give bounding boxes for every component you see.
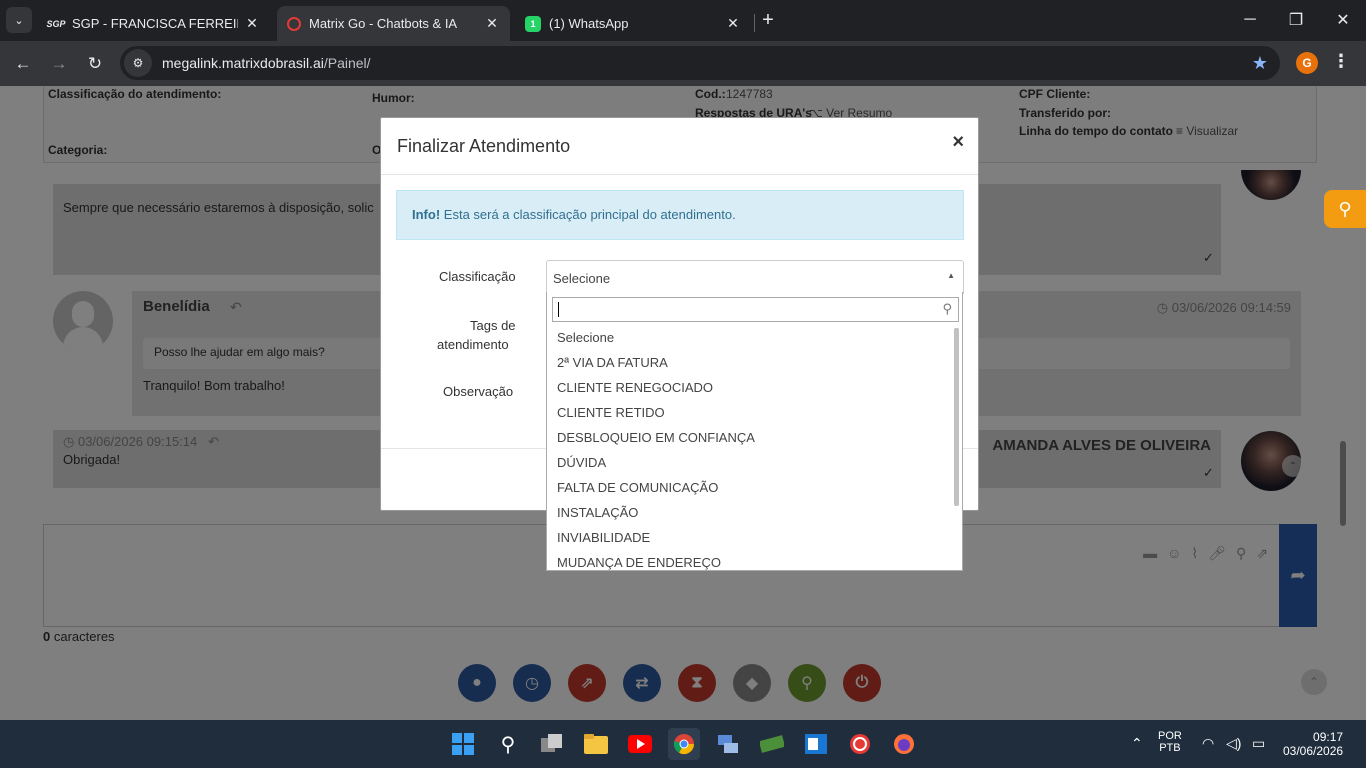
dropdown-option[interactable]: MUDANÇA DE ENDEREÇO [547,551,952,570]
dropdown-option[interactable]: Selecione [547,326,952,351]
file-explorer-icon[interactable] [580,728,612,760]
minimize-button[interactable]: ─ [1234,6,1266,34]
volume-icon[interactable]: ◁) [1226,735,1241,752]
search-icon: ⚲ [1338,198,1352,219]
new-tab-button[interactable]: + [757,9,779,31]
floating-search-button[interactable]: ⚲ [1324,190,1366,228]
tab-title: (1) WhatsApp [549,16,629,31]
reload-button[interactable]: ↻ [82,51,108,77]
money-app-icon[interactable] [756,728,788,760]
back-button[interactable]: ← [10,51,36,77]
clock[interactable]: 09:17 03/06/2026 [1283,730,1343,758]
dropdown-option[interactable]: CLIENTE RETIDO [547,401,952,426]
url-text: megalink.matrixdobrasil.ai/Painel/ [162,55,371,71]
close-icon[interactable]: ✕ [725,15,741,32]
battery-icon[interactable]: ▭ [1252,735,1265,752]
modal-header: Finalizar Atendimento × [381,118,978,175]
windows-taskbar: ⚲ ⌃ POR PTB ◠ ◁) ▭ 09:17 03/06/2026 [0,720,1366,768]
modal-title: Finalizar Atendimento [397,136,571,156]
dropdown-option[interactable]: INSTALAÇÃO [547,501,952,526]
tab-whatsapp[interactable]: 1 (1) WhatsApp ✕ [515,6,751,41]
remote-app-icon[interactable] [844,728,876,760]
dropdown-option[interactable]: FALTA DE COMUNICAÇÃO [547,476,952,501]
bookmark-star-icon[interactable]: ★ [1252,53,1268,74]
modal-close-button[interactable]: × [952,131,964,154]
tab-title: SGP - FRANCISCA FERREIRA DA [72,16,238,31]
network-app-icon[interactable] [712,728,744,760]
dropdown-option[interactable]: INVIABILIDADE [547,526,952,551]
tab-matrix-go[interactable]: Matrix Go - Chatbots & IA ✕ [277,6,510,41]
close-icon[interactable]: ✕ [244,15,260,32]
window-close-button[interactable]: ✕ [1327,6,1359,34]
observacao-label: Observação [443,384,514,399]
search-icon: ⚲ [942,301,952,316]
classificacao-label: Classificação [439,269,516,284]
chrome-icon[interactable] [668,728,700,760]
browser-menu-icon[interactable]: ⋮ [1332,51,1350,72]
sgp-favicon-icon: SGP [46,18,66,29]
windows-start-icon[interactable] [447,728,479,760]
whatsapp-favicon-icon: 1 [525,15,541,32]
firefox-icon[interactable] [888,728,920,760]
browser-tab-bar: ⌄ SGP SGP - FRANCISCA FERREIRA DA ✕ Matr… [0,0,1366,41]
dropdown-search-input[interactable]: ⚲ [552,297,959,322]
tags-label-line1: Tags de [470,318,516,333]
profile-avatar[interactable]: G [1296,52,1318,74]
chevron-down-icon: ⌄ [14,14,24,27]
restore-button[interactable]: ❐ [1280,6,1312,34]
text-cursor [558,302,559,317]
close-icon[interactable]: ✕ [484,15,500,32]
tab-search-button[interactable]: ⌄ [6,7,32,33]
chevron-up-icon[interactable]: ⌃ [1131,735,1143,752]
caret-up-icon: ▲ [947,271,955,280]
classificacao-select[interactable]: Selecione ▲ [546,260,964,294]
tab-separator [754,14,755,32]
tab-title: Matrix Go - Chatbots & IA [309,16,458,31]
dropdown-option[interactable]: 2ª VIA DA FATURA [547,351,952,376]
tags-label-line2: atendimento [437,337,509,352]
info-alert: Info! Esta será a classificação principa… [396,190,964,240]
browser-toolbar: ← → ↻ ⚙ megalink.matrixdobrasil.ai/Paine… [0,41,1366,86]
classificacao-dropdown: ⚲ Selecione 2ª VIA DA FATURA CLIENTE REN… [546,292,963,571]
address-bar[interactable]: ⚙ megalink.matrixdobrasil.ai/Painel/ ★ [120,46,1280,80]
matrix-favicon-icon [287,16,301,31]
site-settings-icon[interactable]: ⚙ [124,49,152,77]
dropdown-option[interactable]: CLIENTE RENEGOCIADO [547,376,952,401]
youtube-icon[interactable] [624,728,656,760]
task-view-icon[interactable] [536,728,568,760]
wifi-icon[interactable]: ◠ [1202,735,1214,752]
search-icon[interactable]: ⚲ [492,728,524,760]
tab-sgp[interactable]: SGP SGP - FRANCISCA FERREIRA DA ✕ [38,6,270,41]
terminal-app-icon[interactable] [800,728,832,760]
dropdown-option[interactable]: DÚVIDA [547,451,952,476]
forward-button[interactable]: → [46,51,72,77]
dropdown-options: Selecione 2ª VIA DA FATURA CLIENTE RENEG… [547,326,952,570]
language-indicator[interactable]: POR PTB [1158,730,1182,754]
dropdown-option[interactable]: DESBLOQUEIO EM CONFIANÇA [547,426,952,451]
dropdown-scrollbar[interactable] [954,328,959,506]
